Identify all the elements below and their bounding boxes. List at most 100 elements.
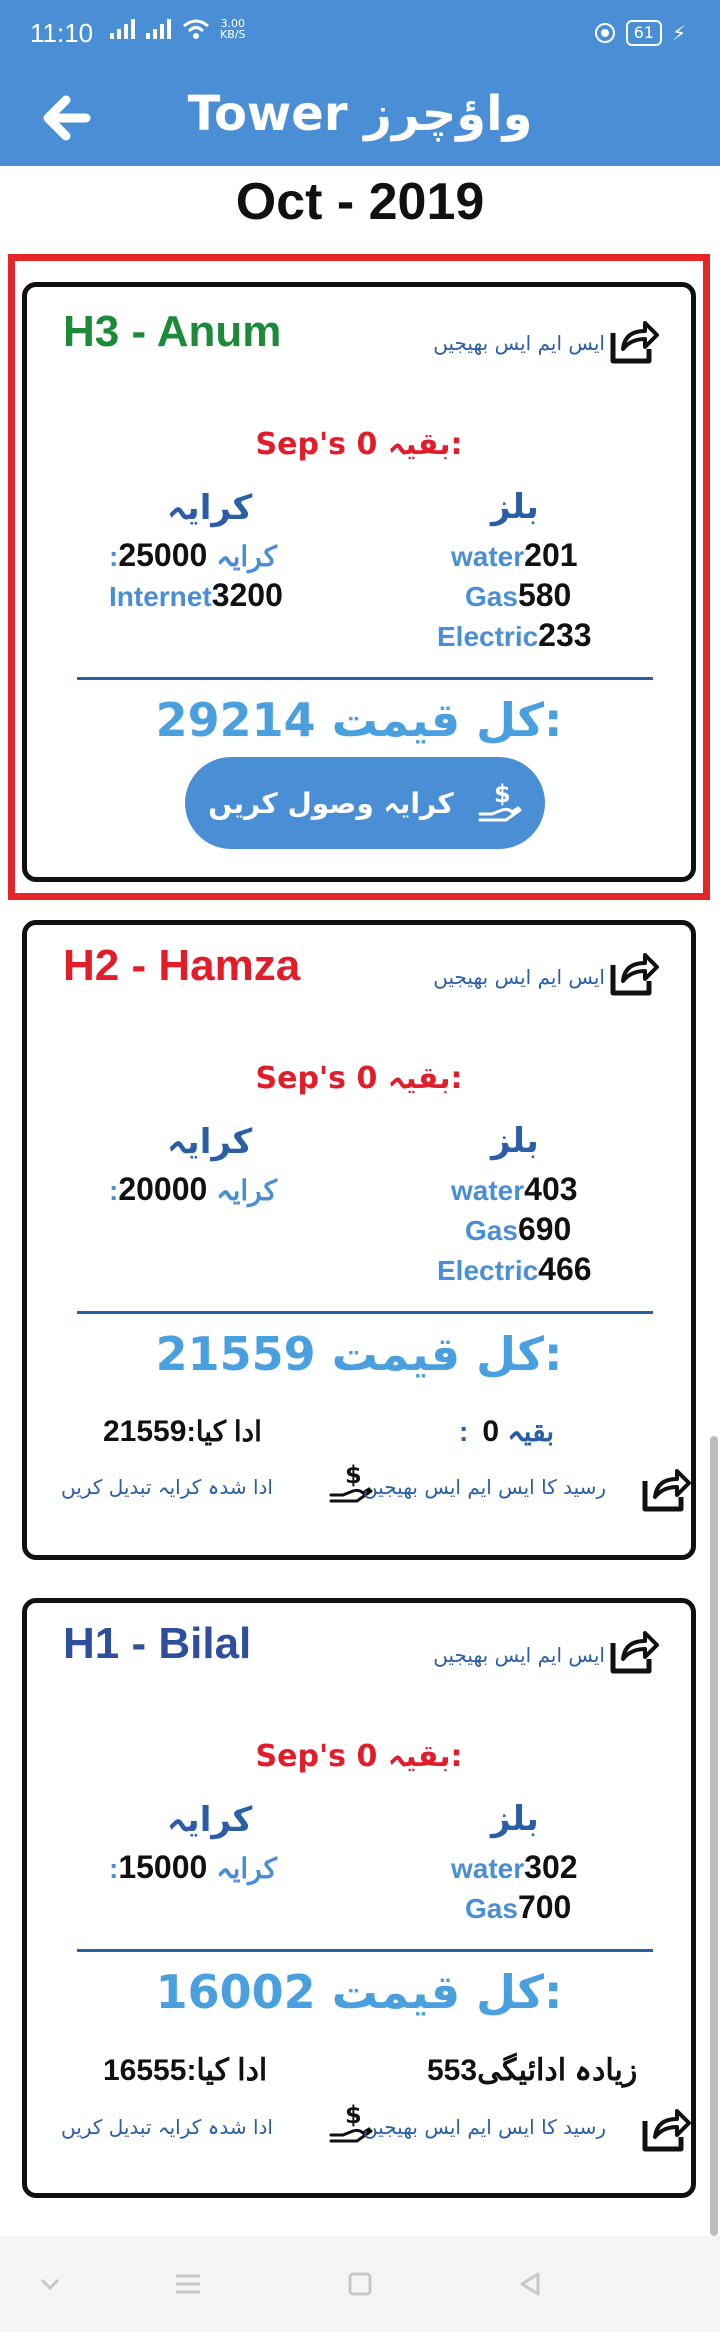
- gas-row: Gas700: [465, 1889, 571, 1926]
- tenant-name: H1 - Bilal: [63, 1619, 252, 1668]
- bills-header: بلز: [491, 1121, 539, 1161]
- gas-value: 700: [517, 1889, 572, 1925]
- water-value: 403: [524, 1171, 578, 1207]
- charging-icon: ⚡: [671, 21, 686, 45]
- collect-rent-button[interactable]: کرایہ وصول کریں $: [185, 757, 545, 849]
- water-row: water201: [451, 537, 578, 574]
- internet-row: Internet3200: [109, 577, 283, 614]
- total-row: 16002 کل قیمت:: [27, 1965, 691, 2019]
- rent-value: 25000: [118, 537, 208, 573]
- water-label: water: [451, 1853, 525, 1884]
- internet-label: Internet: [109, 581, 212, 612]
- gas-label: Gas: [465, 1893, 518, 1924]
- paid-value: 16555: [103, 2054, 187, 2087]
- rent-header: کرایہ: [167, 1122, 253, 1162]
- electric-label: Electric: [437, 621, 539, 652]
- water-row: water403: [451, 1171, 578, 1208]
- water-row: water302: [451, 1849, 578, 1886]
- page-title: Tower واؤچرز: [187, 86, 533, 142]
- total-value: 16002: [155, 1965, 316, 2019]
- gas-label: Gas: [465, 581, 518, 612]
- gas-row: Gas690: [465, 1211, 571, 1248]
- svg-text:$: $: [345, 1461, 362, 1489]
- overpaid-row: زیادہ ادائیگی553: [427, 2053, 637, 2088]
- rent-row: :کرایہ 15000: [109, 1849, 277, 1886]
- divider: [77, 1311, 653, 1314]
- collect-rent-label: کرایہ وصول کریں: [208, 786, 454, 820]
- electric-row: Electric233: [437, 617, 592, 654]
- divider: [77, 677, 653, 680]
- previous-month-value: Sep's 0: [255, 1739, 378, 1774]
- previous-remaining: Sep's 0 بقیہ:: [27, 427, 691, 462]
- remaining-after-value: 0: [482, 1415, 500, 1448]
- send-sms-link[interactable]: ایس ایم ایس بھیجیں: [433, 965, 605, 989]
- month-title: Oct - 2019: [235, 173, 485, 231]
- total-label: کل قیمت:: [331, 1965, 563, 2019]
- send-sms-link[interactable]: ایس ایم ایس بھیجیں: [433, 1643, 605, 1667]
- previous-remaining: Sep's 0 بقیہ:: [27, 1061, 691, 1096]
- paid-row: ادا کیا:16555: [103, 2053, 267, 2088]
- divider: [77, 1949, 653, 1952]
- back-nav-icon[interactable]: [508, 2262, 552, 2306]
- internet-value: 3200: [211, 577, 283, 613]
- overpaid-value: 553: [427, 2054, 478, 2087]
- net-speed: 3.00 KB/S: [220, 18, 245, 40]
- share-icon[interactable]: [605, 945, 661, 1001]
- tenant-name: H3 - Anum: [63, 307, 282, 356]
- total-label: کل قیمت:: [331, 693, 563, 747]
- share-icon[interactable]: [605, 313, 661, 369]
- gas-value: 580: [517, 577, 572, 613]
- water-value: 302: [524, 1849, 578, 1885]
- gas-value: 690: [517, 1211, 572, 1247]
- remaining-label: بقیہ:: [387, 427, 463, 462]
- voucher-card-h3[interactable]: H3 - Anum ایس ایم ایس بھیجیں Sep's 0 بقی…: [22, 282, 696, 882]
- electric-value: 233: [538, 617, 592, 653]
- gas-row: Gas580: [465, 577, 571, 614]
- send-sms-link[interactable]: ایس ایم ایس بھیجیں: [433, 331, 605, 355]
- bills-header: بلز: [491, 487, 539, 527]
- receipt-sms-link[interactable]: رسید کا ایس ایم ایس بھیجیں: [363, 2115, 606, 2139]
- paid-value: 21559: [103, 1415, 187, 1448]
- voucher-card-h1[interactable]: H1 - Bilal ایس ایم ایس بھیجیں Sep's 0 بق…: [22, 1598, 696, 2198]
- water-label: water: [451, 541, 525, 572]
- rent-row: :کرایہ 20000: [109, 1171, 277, 1208]
- total-value: 21559: [155, 1327, 316, 1381]
- paid-label: ادا کیا:: [186, 2054, 268, 2087]
- scrollbar[interactable]: [710, 1436, 718, 2236]
- money-hand-icon: $: [478, 780, 522, 822]
- electric-value: 466: [538, 1251, 592, 1287]
- home-icon[interactable]: [338, 2262, 382, 2306]
- share-icon[interactable]: [605, 1623, 661, 1679]
- total-row: 21559 کل قیمت:: [27, 1327, 691, 1381]
- rent-header: کرایہ: [167, 488, 253, 528]
- change-paid-rent-link[interactable]: ادا شدہ کرایہ تبدیل کریں: [61, 1475, 273, 1499]
- receipt-share-icon[interactable]: [637, 2101, 693, 2157]
- paid-label: ادا کیا:: [186, 1416, 262, 1447]
- total-row: 29214 کل قیمت:: [27, 693, 691, 747]
- chevron-down-icon[interactable]: [28, 2262, 72, 2306]
- menu-icon[interactable]: [166, 2262, 210, 2306]
- receipt-share-icon[interactable]: [637, 1461, 693, 1517]
- total-label: کل قیمت:: [331, 1327, 563, 1381]
- svg-text:$: $: [494, 780, 511, 808]
- electric-label: Electric: [437, 1255, 539, 1286]
- tenant-name: H2 - Hamza: [63, 941, 301, 990]
- water-value: 201: [524, 537, 578, 573]
- voucher-card-h2[interactable]: H2 - Hamza ایس ایم ایس بھیجیں Sep's 0 بق…: [22, 920, 696, 1560]
- remaining-label: بقیہ:: [387, 1061, 463, 1096]
- rent-value: 15000: [118, 1849, 208, 1885]
- status-right: 61 ⚡: [594, 20, 686, 46]
- electric-row: Electric466: [437, 1251, 592, 1288]
- rent-header: کرایہ: [167, 1800, 253, 1840]
- net-speed-unit: KB/S: [220, 28, 246, 41]
- receipt-sms-link[interactable]: رسید کا ایس ایم ایس بھیجیں: [363, 1475, 606, 1499]
- overpaid-label: زیادہ ادائیگی: [477, 2054, 638, 2087]
- app-bar: Tower واؤچرز: [0, 70, 720, 166]
- gas-label: Gas: [465, 1215, 518, 1246]
- status-time: 11:10: [30, 18, 94, 48]
- status-icons: 3.00 KB/S: [110, 18, 245, 40]
- svg-text:$: $: [345, 2101, 362, 2129]
- signal-icon-2: [146, 19, 171, 39]
- change-paid-rent-link[interactable]: ادا شدہ کرایہ تبدیل کریں: [61, 2115, 273, 2139]
- remaining-label: بقیہ:: [387, 1739, 463, 1774]
